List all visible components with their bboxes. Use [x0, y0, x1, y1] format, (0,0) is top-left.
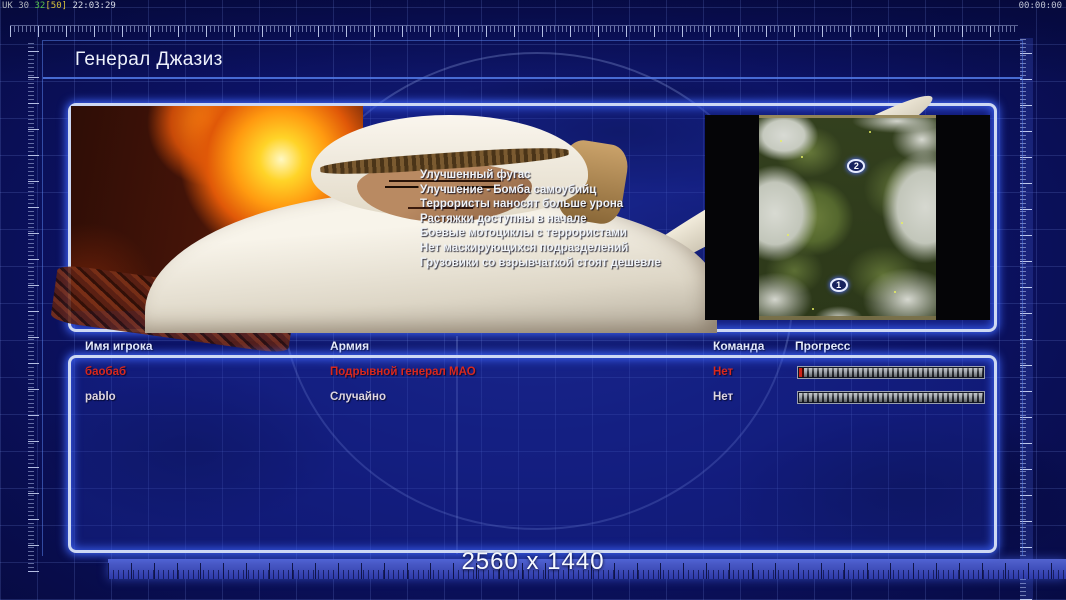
- map-resource-dot: [900, 221, 903, 224]
- ability-item: Растяжки доступны в начале: [420, 212, 587, 225]
- debug-readout: UK 30 32[50] 22:03:29: [2, 1, 116, 11]
- ruler-top: [10, 25, 1018, 37]
- player-army: Подрывной генерал МАО: [330, 366, 476, 378]
- general-abilities-list: Улучшенный фугас Улучшение - Бомба самоу…: [420, 168, 720, 270]
- ability-item: Улучшение - Бомба самоубийц: [420, 183, 597, 196]
- portrait-robe: [144, 190, 718, 334]
- fps-counter: 32: [34, 1, 46, 11]
- resolution-label: 2560 x 1440: [461, 548, 605, 575]
- fps-cap: [50]: [45, 1, 68, 11]
- loading-progress-bar: [797, 391, 985, 404]
- map-resource-dot: [868, 131, 871, 134]
- map-resource-dot: [812, 307, 815, 310]
- player-row: pablo Случайно Нет: [71, 391, 994, 413]
- start-position-marker-2: 2: [847, 159, 866, 174]
- match-timer: 00:00:00: [1018, 1, 1062, 11]
- ability-item: Нет маскирующихся подразделений: [420, 241, 629, 254]
- player-row: баобаб Подрывной генерал МАО Нет: [71, 366, 994, 388]
- minimap-terrain: 2 1: [759, 115, 936, 320]
- progress-bar-segments: [799, 393, 983, 402]
- player-name: pablo: [85, 391, 116, 403]
- debug-clock: 22:03:29: [67, 1, 116, 11]
- ruler-left: [28, 42, 39, 572]
- map-resource-dot: [787, 233, 790, 236]
- player-army: Случайно: [330, 391, 386, 403]
- title-divider: [43, 77, 1022, 79]
- player-name: баобаб: [85, 366, 127, 378]
- ability-item: Террористы наносят больше урона: [420, 198, 624, 211]
- map-resource-dot: [893, 291, 896, 294]
- ability-item: Боевые мотоциклы с террористами: [420, 227, 627, 240]
- loading-screen: { "hud": { "debug": { "net": "UK 30 ", "…: [0, 0, 1066, 600]
- general-portrait-image: [49, 82, 976, 355]
- progress-bar-segments: [799, 368, 983, 377]
- player-team: Нет: [713, 391, 734, 403]
- page-title: Генерал Джазиз: [75, 49, 223, 70]
- network-stat: UK 30: [2, 1, 35, 11]
- map-resource-dot: [780, 139, 783, 142]
- ability-item: Улучшенный фугас: [420, 169, 531, 181]
- map-resource-dot: [801, 156, 804, 158]
- general-info-panel: Улучшенный фугас Улучшение - Бомба самоу…: [49, 82, 997, 355]
- progress-bar-fill: [799, 368, 804, 377]
- column-header-team: Команда: [713, 339, 765, 353]
- loading-progress-bar: [797, 366, 985, 379]
- player-team: Нет: [713, 366, 734, 378]
- column-header-army: Армия: [330, 339, 370, 353]
- minimap-panel: 2 1: [705, 115, 990, 320]
- column-header-player-name: Имя игрока: [85, 339, 153, 353]
- column-header-progress: Прогресс: [795, 339, 851, 353]
- start-position-marker-1: 1: [829, 278, 848, 293]
- ability-item: Грузовики со взрывчаткой стоят дешевле: [420, 256, 661, 269]
- players-list-panel: баобаб Подрывной генерал МАО Нет pablo С…: [68, 355, 997, 553]
